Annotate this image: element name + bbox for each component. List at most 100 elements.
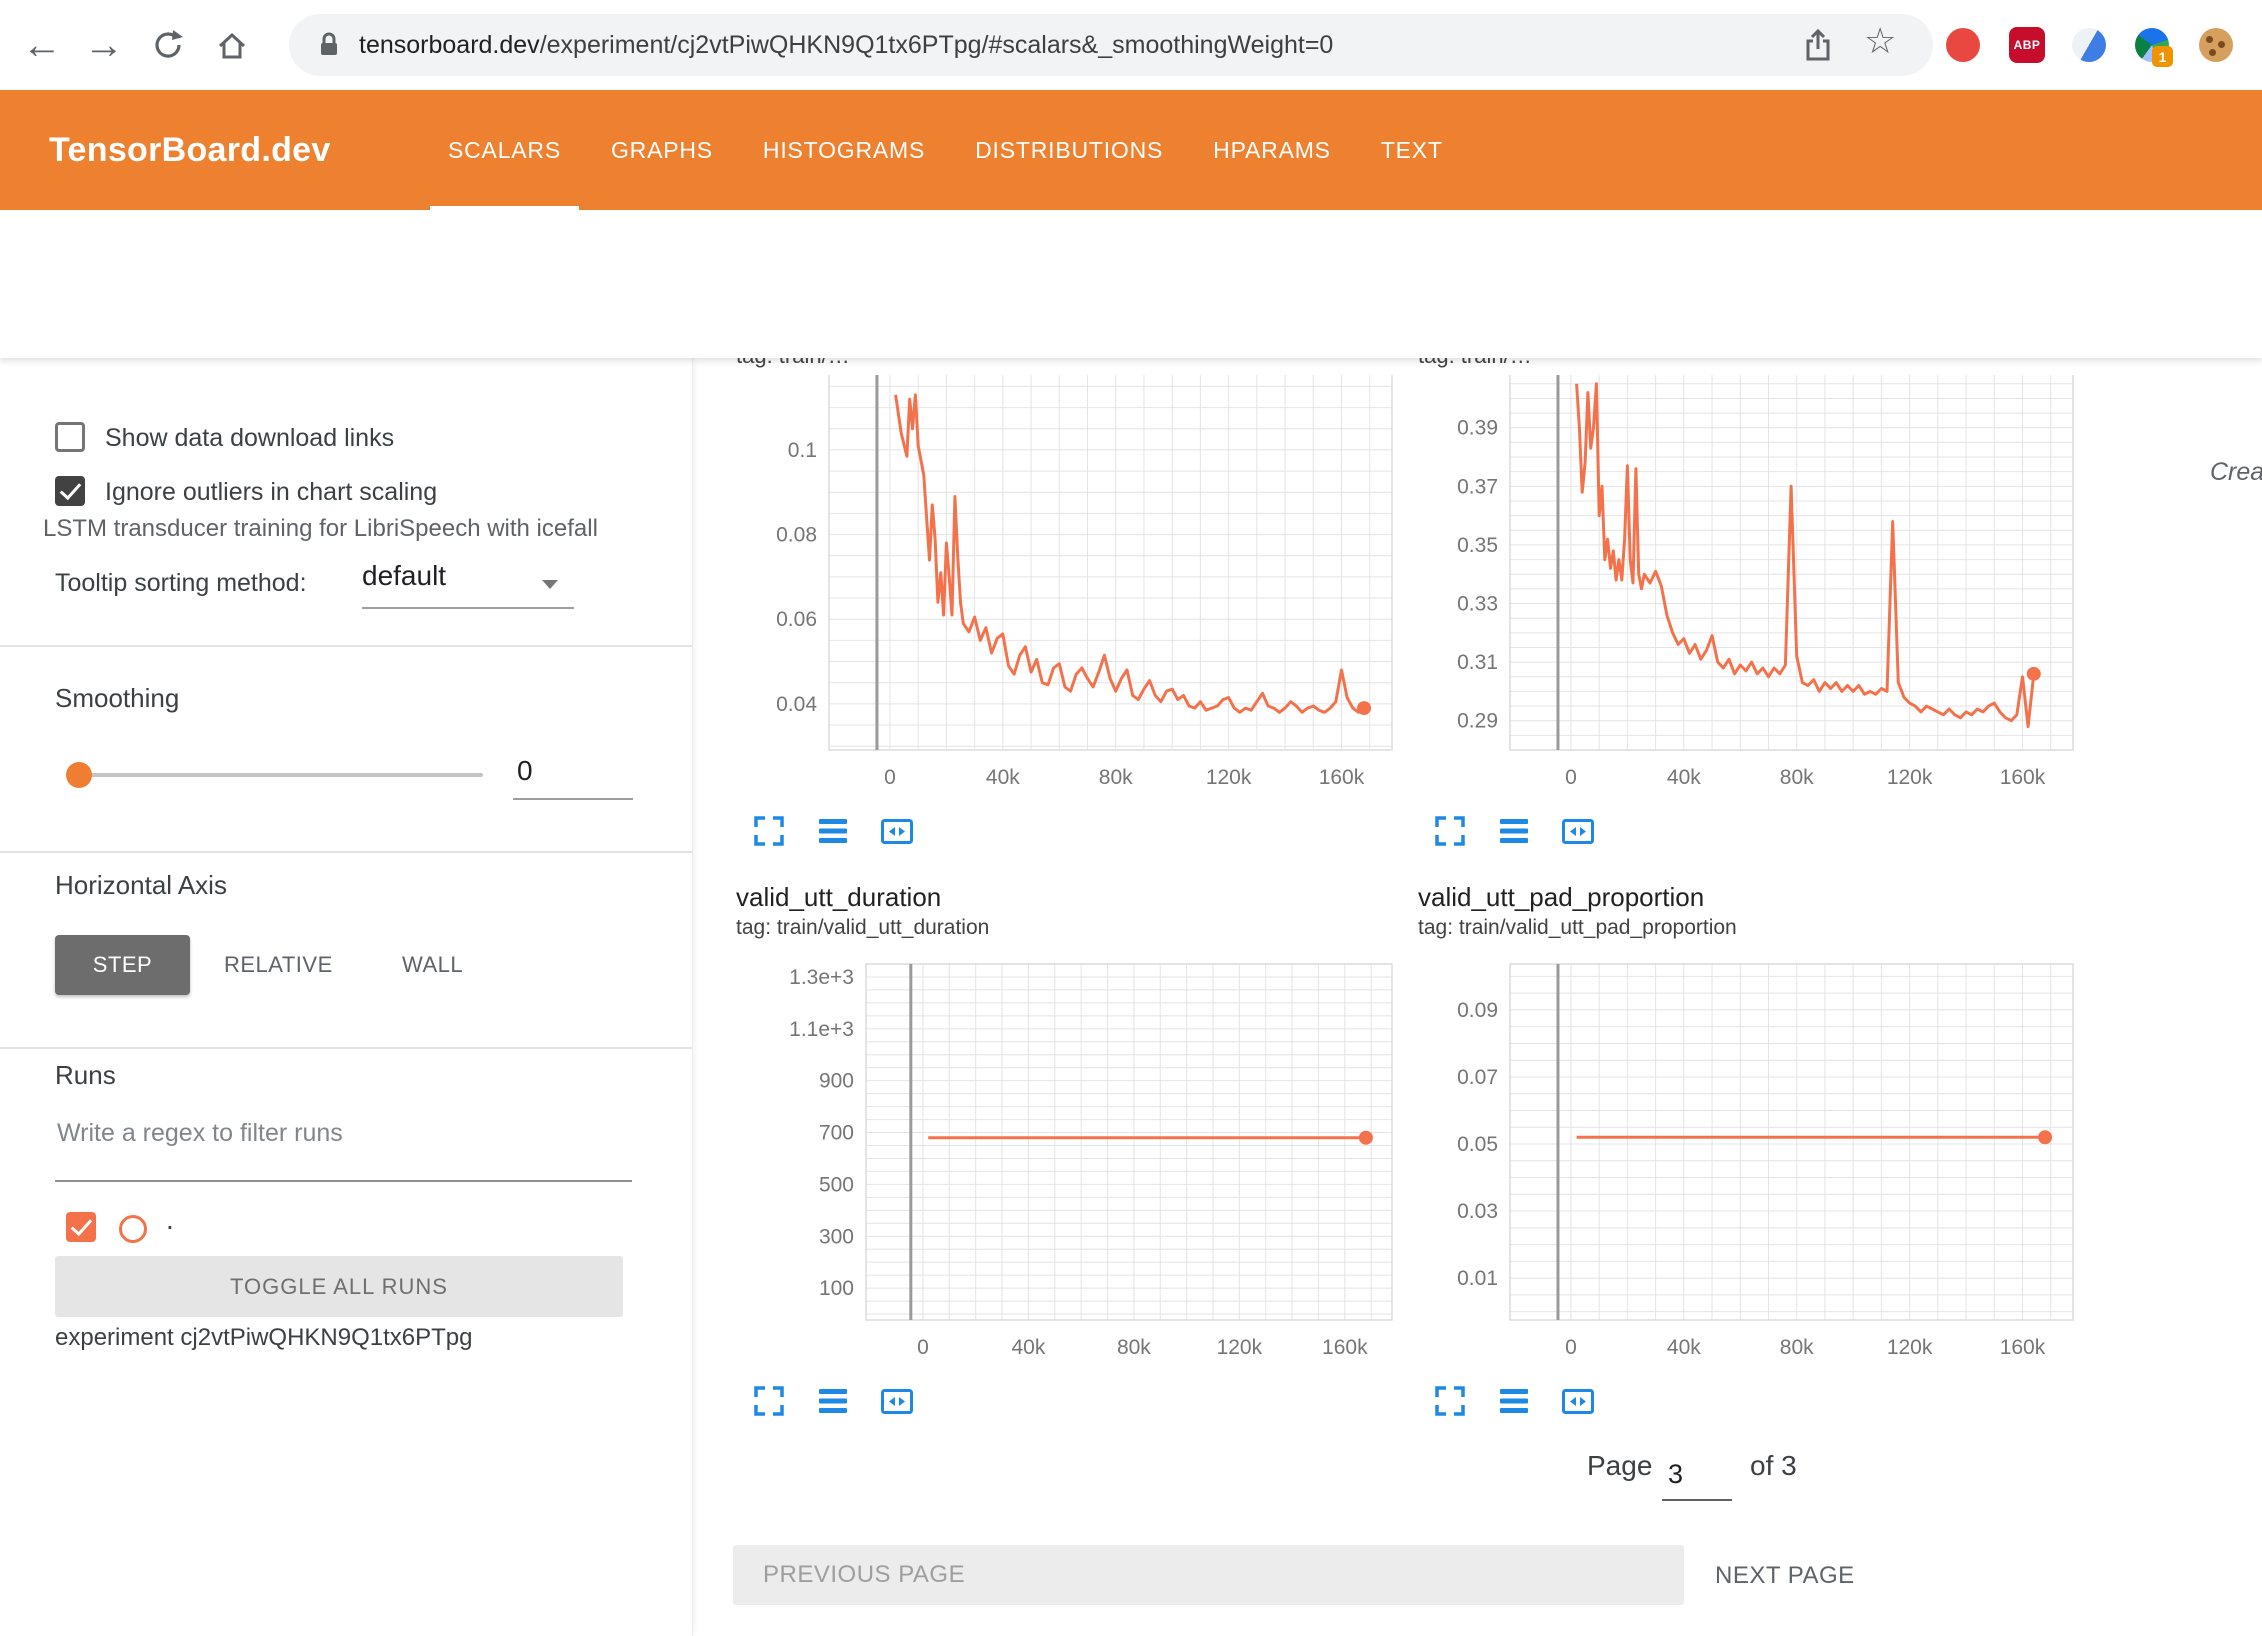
fullscreen-icon[interactable] [1432,813,1468,849]
toggle-all-runs-button[interactable]: TOGGLE ALL RUNS [55,1256,623,1317]
runs-list-icon[interactable] [815,813,851,849]
cookie-dot [2206,36,2213,43]
browser-toolbar: ← → tensorboard.dev/experiment/cj2vtPiwQ… [0,0,2262,90]
divider [0,1047,692,1049]
svg-text:0.09: 0.09 [1457,999,1498,1022]
svg-text:40k: 40k [1667,1336,1701,1359]
address-bar[interactable]: tensorboard.dev/experiment/cj2vtPiwQHKN9… [289,14,1933,76]
extension-blue-icon[interactable] [2072,28,2106,62]
svg-text:0.29: 0.29 [1457,710,1498,733]
svg-text:160k: 160k [2000,1336,2046,1359]
share-icon[interactable] [1801,28,1835,64]
reload-button[interactable] [138,0,198,90]
run-checkbox[interactable] [66,1212,96,1242]
scalar-chart-card-valid-utt-duration: 1.3e+31.1e+3900700500300100040k80k120k16… [771,959,1431,1369]
divider [0,851,692,853]
fullscreen-icon[interactable] [1432,1383,1468,1419]
extension-red-icon[interactable] [1946,28,1980,62]
svg-text:300: 300 [819,1225,854,1248]
nav-tabs: SCALARS GRAPHS HISTOGRAMS DISTRIBUTIONS … [430,90,1461,210]
url-domain: tensorboard.dev [359,31,540,59]
url-path: /experiment/cj2vtPiwQHKN9Q1tx6PTpg/#scal… [540,31,1334,59]
show-download-links-label: Show data download links [105,424,394,453]
runs-filter-underline [55,1180,632,1182]
run-color-swatch[interactable] [119,1215,147,1243]
svg-text:900: 900 [819,1070,854,1093]
extension-badge-count: 1 [2152,46,2173,67]
svg-text:0.33: 0.33 [1457,593,1498,616]
fullscreen-icon[interactable] [751,813,787,849]
settings-sidebar: Show data download links Ignore outliers… [0,358,693,1636]
lock-icon[interactable] [315,30,343,60]
cookie-icon[interactable] [2199,28,2233,62]
svg-text:0.08: 0.08 [776,524,817,547]
runs-list-icon[interactable] [815,1383,851,1419]
bookmark-star-icon[interactable]: ☆ [1864,20,1896,62]
svg-text:700: 700 [819,1122,854,1145]
svg-text:0.04: 0.04 [776,693,817,716]
previous-page-button[interactable]: PREVIOUS PAGE [733,1545,1684,1605]
home-button[interactable] [202,0,262,90]
smoothing-slider-track[interactable] [79,773,483,777]
show-download-links-checkbox[interactable] [55,422,85,452]
chart-canvas[interactable]: 0.390.370.350.330.310.29040k80k120k160k [1415,370,2085,800]
created-text-clipped: Crea [2210,458,2262,487]
smoothing-slider-thumb[interactable] [66,762,92,788]
svg-text:80k: 80k [1780,1336,1814,1359]
chart-toolbar [1432,813,1596,849]
svg-text:40k: 40k [1667,766,1701,789]
clipped-chart-subtitle: tag: train/… [1418,356,1938,370]
forward-button[interactable]: → [74,0,134,90]
runs-filter-input[interactable] [55,1118,619,1149]
fit-domain-icon[interactable] [879,1383,915,1419]
divider [0,645,692,647]
tab-hparams[interactable]: HPARAMS [1195,90,1349,210]
fit-domain-icon[interactable] [1560,813,1596,849]
chevron-down-icon[interactable] [542,580,558,589]
tooltip-sorting-select[interactable]: default [362,560,446,592]
page-number-input[interactable] [1662,1458,1736,1491]
tensorboard-page: ← → tensorboard.dev/experiment/cj2vtPiwQ… [0,0,2262,1636]
smoothing-label: Smoothing [55,683,179,714]
send-feedback-button[interactable]: SEND FEEDBACK [1915,211,2237,268]
app-logo[interactable]: TensorBoard.dev [49,90,331,210]
tab-distributions[interactable]: DISTRIBUTIONS [957,90,1181,210]
tab-graphs[interactable]: GRAPHS [593,90,731,210]
chart-toolbar [751,813,915,849]
svg-text:0.06: 0.06 [776,608,817,631]
extension-abp-icon[interactable]: ABP [2009,27,2045,63]
back-button[interactable]: ← [12,0,72,90]
axis-relative-button[interactable]: RELATIVE [224,935,333,995]
svg-text:0: 0 [1565,1336,1577,1359]
svg-text:40k: 40k [1011,1336,1045,1359]
fit-domain-icon[interactable] [879,813,915,849]
svg-text:40k: 40k [986,766,1020,789]
scalar-chart-card-1: 0.10.080.060.04040k80k120k160k [734,370,1404,800]
chart-title: valid_utt_duration [736,882,941,913]
smoothing-value-input[interactable] [515,754,629,788]
ignore-outliers-checkbox[interactable] [55,476,85,506]
next-page-button[interactable]: NEXT PAGE [1715,1562,1855,1590]
runs-list-icon[interactable] [1496,1383,1532,1419]
chart-canvas[interactable]: 0.090.070.050.030.01040k80k120k160k [1415,959,2085,1369]
runs-label: Runs [55,1060,116,1091]
clipped-chart-subtitle: tag: train/… [736,356,1256,370]
svg-text:0.07: 0.07 [1457,1066,1498,1089]
chart-canvas[interactable]: 1.3e+31.1e+3900700500300100040k80k120k16… [771,959,1431,1369]
tab-scalars[interactable]: SCALARS [430,90,579,210]
axis-wall-button[interactable]: WALL [402,935,463,995]
chart-canvas[interactable]: 0.10.080.060.04040k80k120k160k [734,370,1404,800]
svg-text:160k: 160k [1322,1336,1368,1359]
svg-text:0.03: 0.03 [1457,1200,1498,1223]
svg-text:500: 500 [819,1173,854,1196]
tab-text[interactable]: TEXT [1363,90,1461,210]
horizontal-axis-label: Horizontal Axis [55,870,227,901]
svg-text:0.39: 0.39 [1457,417,1498,440]
tab-histograms[interactable]: HISTOGRAMS [745,90,943,210]
axis-step-button[interactable]: STEP [55,935,190,995]
fullscreen-icon[interactable] [751,1383,787,1419]
chart-toolbar [751,1383,915,1419]
chart-toolbar [1432,1383,1596,1419]
fit-domain-icon[interactable] [1560,1383,1596,1419]
runs-list-icon[interactable] [1496,813,1532,849]
